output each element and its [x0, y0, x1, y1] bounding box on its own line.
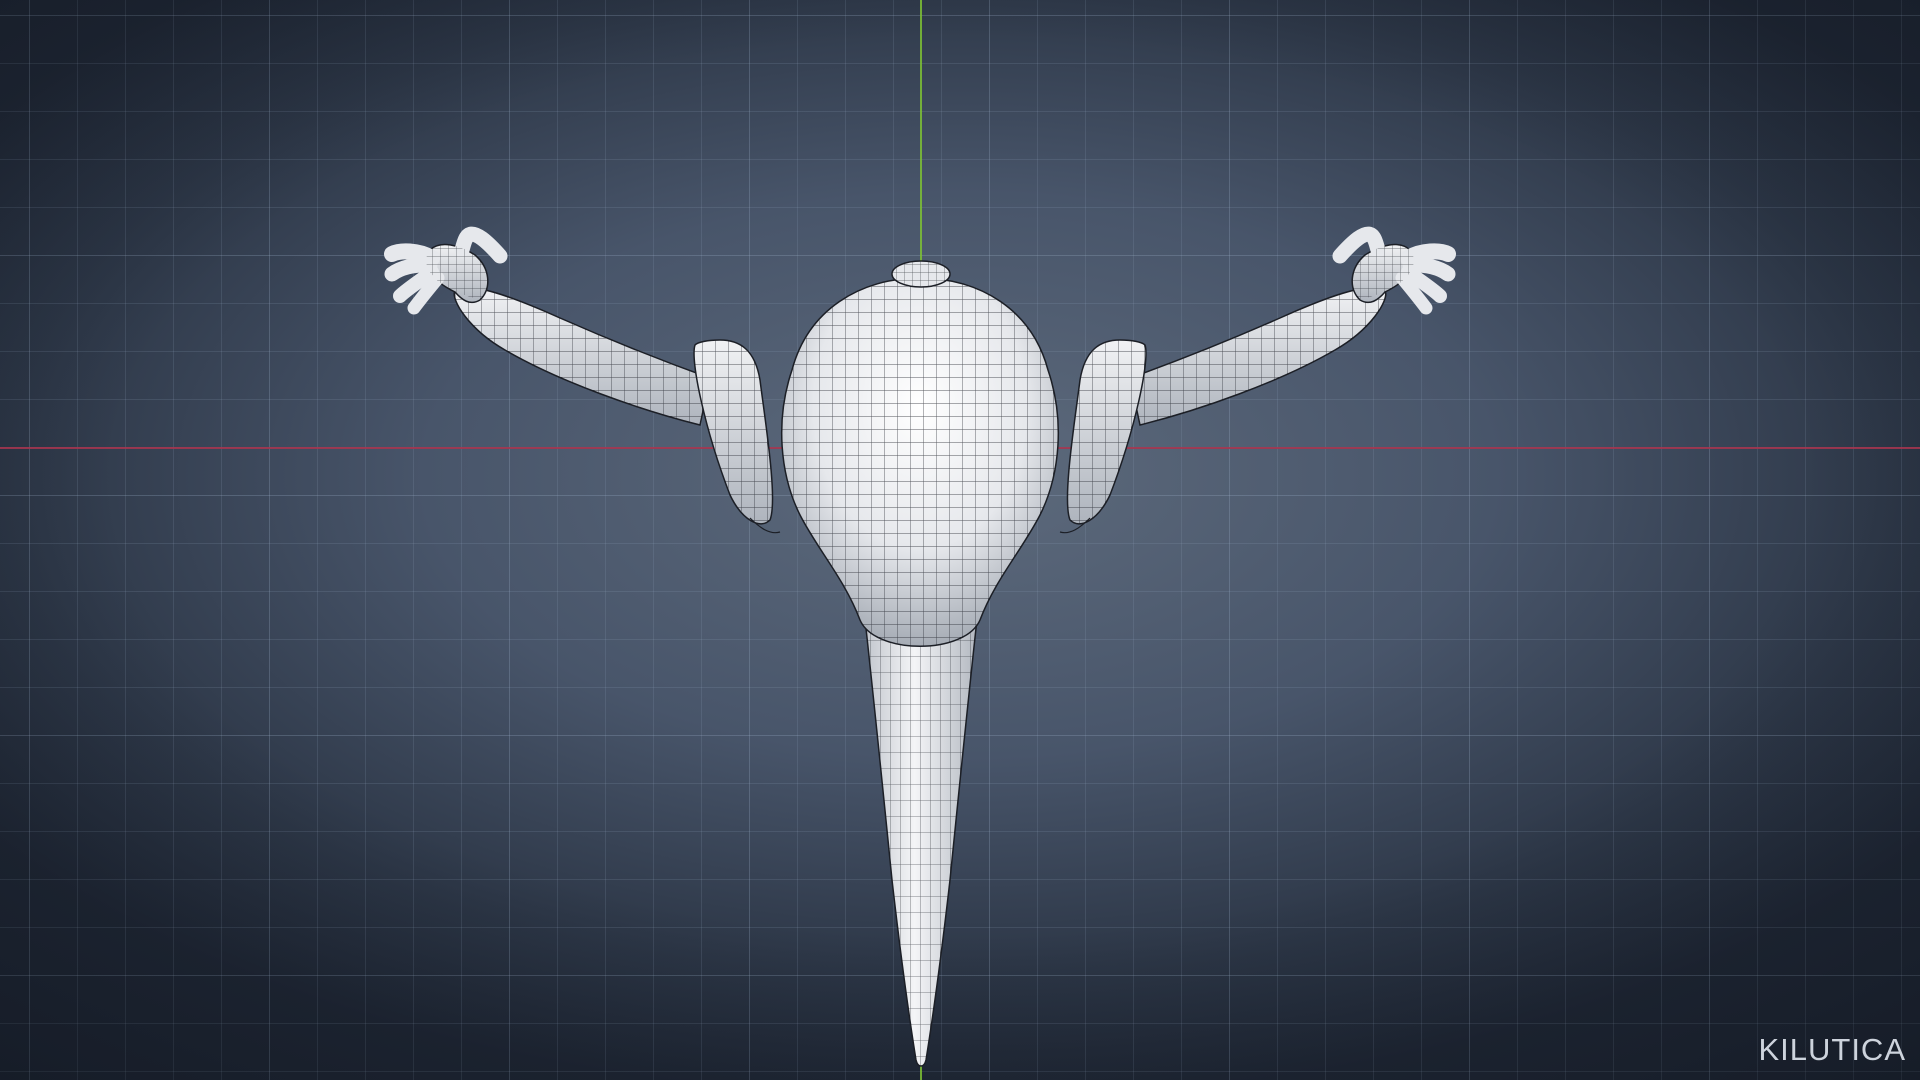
left-arm — [453, 286, 711, 426]
right-arm — [1129, 286, 1387, 426]
right-shoulder-pad — [1059, 339, 1147, 534]
head-bump — [891, 260, 951, 288]
left-shoulder-pad — [693, 339, 781, 534]
torso — [780, 277, 1060, 647]
watermark-logo: KILUTICA — [1758, 1032, 1906, 1067]
3d-viewport[interactable]: KILUTICA — [0, 0, 1920, 1080]
creature-wireframe-model[interactable] — [0, 0, 1920, 1080]
